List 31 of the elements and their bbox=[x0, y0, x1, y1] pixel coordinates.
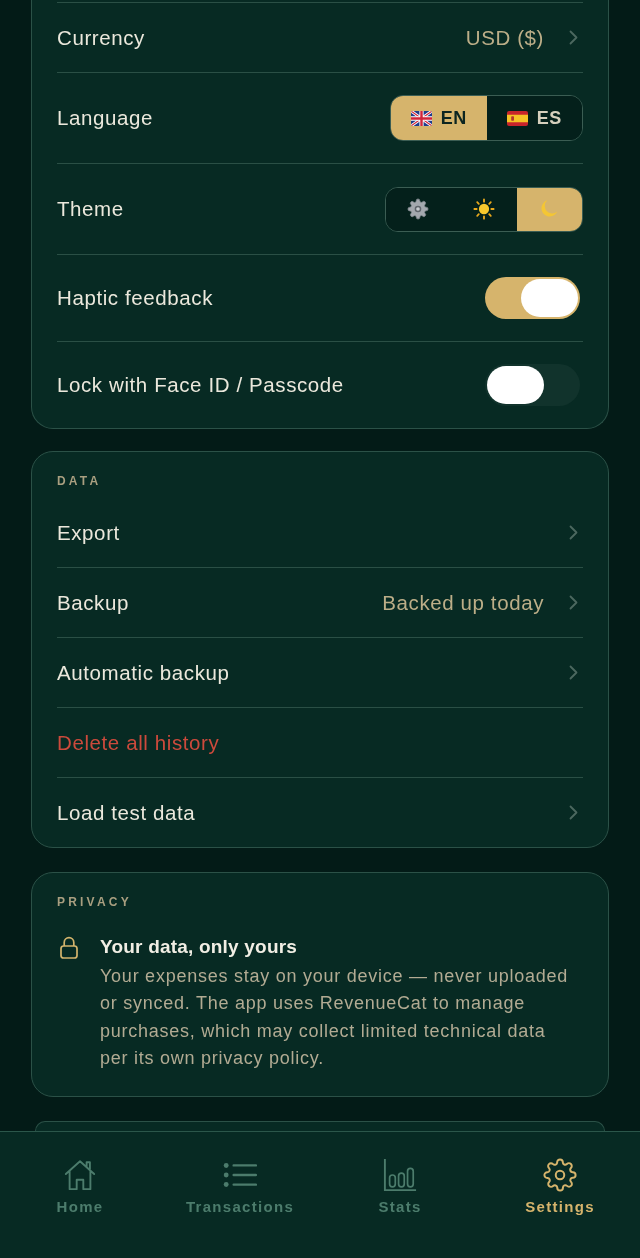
bar-chart-icon bbox=[383, 1158, 417, 1192]
settings-icon bbox=[543, 1158, 577, 1192]
settings-row[interactable]: Currency USD ($) bbox=[57, 3, 583, 72]
setting-label: Theme bbox=[57, 197, 124, 221]
toggle-switch[interactable] bbox=[485, 364, 580, 406]
sun-icon bbox=[472, 198, 495, 220]
home-icon bbox=[63, 1158, 97, 1192]
privacy-text: Your expenses stay on your device — never uploaded or synced. The app uses RevenueCat to manage purchases, which may collect limited technical data per its own privacy policy. bbox=[100, 965, 570, 1070]
section-title: DATA bbox=[57, 474, 102, 488]
chevron-right-icon bbox=[569, 665, 578, 680]
chevron-right-icon bbox=[569, 805, 578, 820]
setting-label: Language bbox=[57, 106, 153, 130]
settings-row[interactable]: Load test data bbox=[57, 778, 583, 847]
chevron-right-icon bbox=[569, 595, 578, 610]
segment-option[interactable] bbox=[516, 187, 582, 231]
lock-icon bbox=[60, 936, 78, 959]
settings-row[interactable]: Automatic backup bbox=[57, 638, 583, 707]
tab-item[interactable]: Settings bbox=[480, 1158, 640, 1216]
privacy-heading: Your data, only yours bbox=[100, 935, 298, 959]
gear-icon bbox=[407, 198, 430, 220]
toggle-switch[interactable] bbox=[485, 277, 580, 319]
section-title: PRIVACY bbox=[57, 895, 132, 909]
settings-row[interactable]: Backup Backed up today bbox=[57, 568, 583, 637]
setting-label: Haptic feedback bbox=[57, 286, 213, 310]
settings-row[interactable]: Export bbox=[57, 498, 583, 567]
uk-flag-icon bbox=[410, 110, 432, 126]
chevron-right-icon bbox=[569, 525, 578, 540]
segment-option[interactable]: EN bbox=[391, 96, 487, 140]
chevron-right-icon bbox=[569, 30, 578, 45]
setting-label: Lock with Face ID / Passcode bbox=[57, 373, 344, 397]
spain-flag-icon bbox=[506, 110, 528, 126]
